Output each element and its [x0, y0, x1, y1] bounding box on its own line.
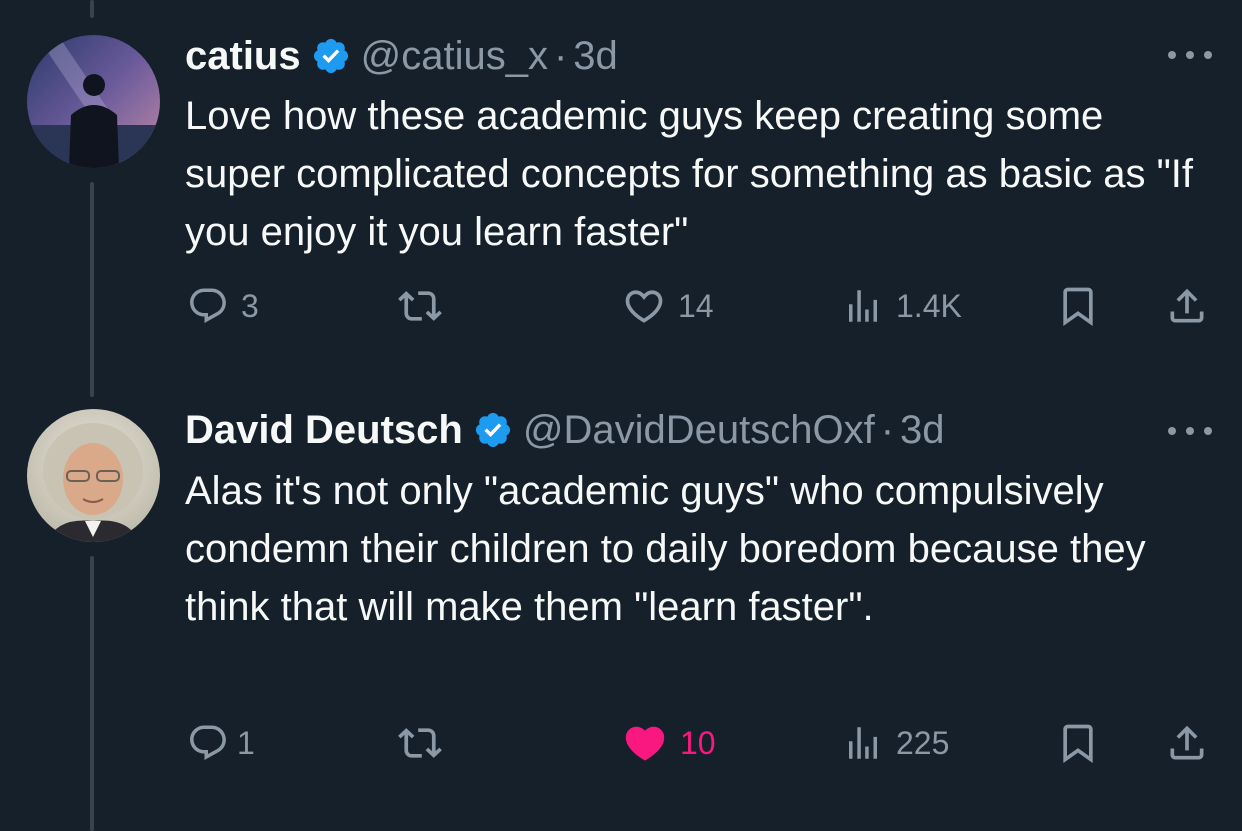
views-count: 225 [896, 724, 950, 761]
timestamp[interactable]: 3d [573, 31, 618, 81]
repost-button[interactable] [398, 281, 442, 331]
tweet-catius[interactable]: catius @catius_x · 3d Love how these aca… [0, 0, 1242, 380]
avatar-catius[interactable] [27, 35, 160, 168]
verified-badge-icon [475, 412, 510, 448]
bookmark-button[interactable] [1056, 281, 1100, 331]
bookmark-icon [1063, 287, 1093, 327]
share-button[interactable] [1165, 281, 1209, 331]
tweet-text: Love how these academic guys keep creati… [185, 94, 1194, 254]
reply-count: 1 [237, 724, 255, 761]
display-name[interactable]: David Deutsch [185, 405, 463, 455]
like-count: 10 [680, 724, 716, 761]
more-icon[interactable] [1168, 45, 1212, 65]
user-handle[interactable]: @DavidDeutschOxf [523, 405, 875, 455]
views-button[interactable]: 1.4K [842, 281, 962, 331]
more-icon[interactable] [1168, 421, 1212, 441]
repost-icon [398, 291, 442, 321]
share-icon [1170, 288, 1204, 323]
repost-icon [398, 728, 442, 758]
timestamp[interactable]: 3d [900, 405, 945, 455]
views-icon [849, 290, 877, 322]
like-button[interactable]: 14 [622, 281, 714, 331]
like-button[interactable]: 10 [622, 718, 716, 768]
like-icon [625, 290, 663, 323]
like-count: 14 [678, 287, 714, 324]
tweet-david-deutsch[interactable]: David Deutsch @DavidDeutschOxf · 3d Alas… [0, 380, 1242, 831]
verified-badge-icon [313, 38, 348, 74]
tweet-header: David Deutsch @DavidDeutschOxf · 3d [185, 405, 945, 455]
repost-button[interactable] [398, 718, 442, 768]
display-name[interactable]: catius [185, 31, 301, 81]
views-count: 1.4K [896, 287, 962, 324]
tweet-text: Alas it's not only "academic guys" who c… [185, 469, 1146, 629]
action-bar: 1 10 225 [0, 718, 1242, 768]
reply-button[interactable]: 3 [187, 281, 259, 331]
reply-icon [190, 288, 226, 323]
bookmark-button[interactable] [1056, 718, 1100, 768]
tweet-header: catius @catius_x · 3d [185, 31, 618, 81]
share-button[interactable] [1165, 718, 1209, 768]
user-handle[interactable]: @catius_x [361, 31, 548, 81]
reply-icon [190, 725, 226, 760]
action-bar: 3 14 1.4K [0, 281, 1242, 331]
reply-count: 3 [241, 287, 259, 324]
views-button[interactable]: 225 [842, 718, 949, 768]
share-icon [1170, 725, 1204, 760]
views-icon [849, 727, 877, 759]
like-icon [625, 726, 665, 761]
reply-button[interactable]: 1 [187, 718, 255, 768]
separator-dot: · [553, 34, 568, 78]
avatar-david-deutsch[interactable] [27, 409, 160, 542]
separator-dot: · [880, 408, 895, 452]
bookmark-icon [1063, 724, 1093, 764]
